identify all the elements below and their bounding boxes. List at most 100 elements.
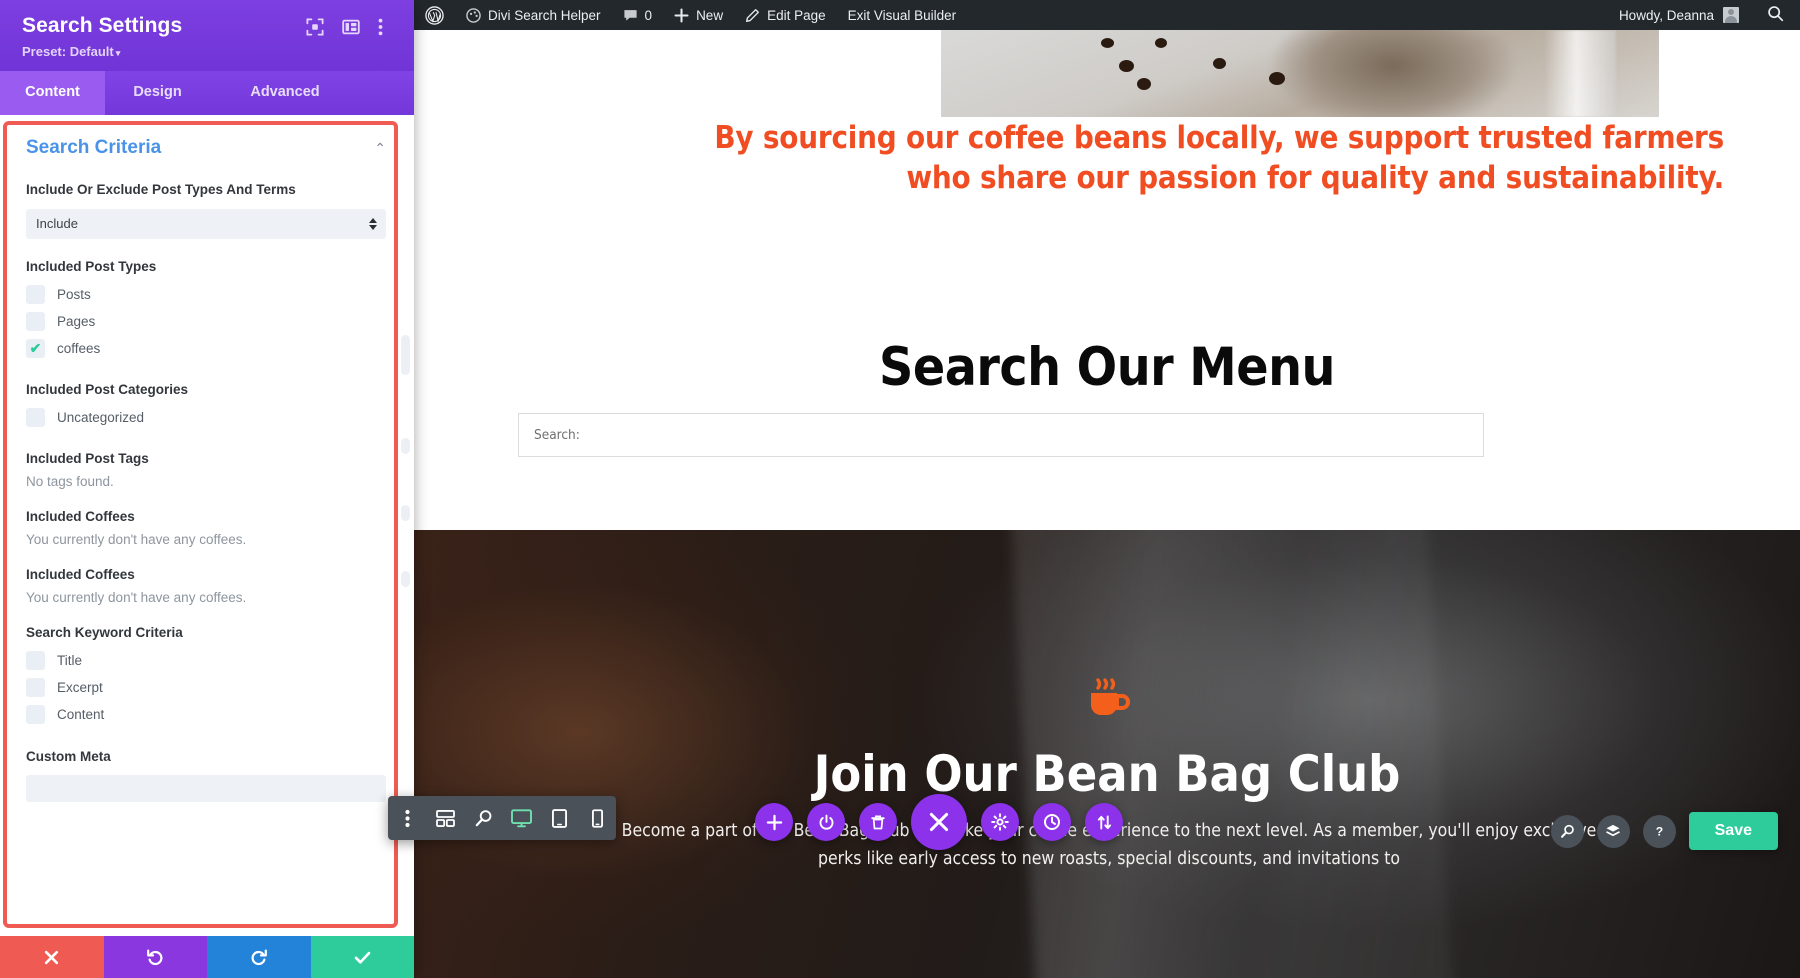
avatar bbox=[1723, 7, 1739, 23]
responsive-button[interactable] bbox=[1085, 803, 1123, 841]
search-input[interactable]: Search: bbox=[518, 413, 1484, 457]
tab-design[interactable]: Design bbox=[105, 71, 210, 115]
add-module-button[interactable] bbox=[755, 803, 793, 841]
screen: By sourcing our coffee beans locally, we… bbox=[0, 0, 1800, 978]
checkbox-pages[interactable]: Pages bbox=[26, 308, 386, 335]
include-exclude-value: Include bbox=[36, 216, 78, 232]
checkbox-label: Pages bbox=[57, 313, 96, 329]
coffee-bean bbox=[1213, 58, 1226, 69]
checkbox-content[interactable]: Content bbox=[26, 701, 386, 728]
checkbox-box bbox=[26, 284, 45, 304]
panel-layout-icon[interactable] bbox=[342, 18, 360, 36]
search-criteria-section-header[interactable]: Search Criteria ⌃ bbox=[26, 137, 386, 159]
checkbox-posts[interactable]: Posts bbox=[26, 281, 386, 308]
comment-bubble-icon bbox=[623, 8, 638, 23]
hero-coffee-image bbox=[941, 30, 1659, 117]
included-coffees-group-2: Included Coffees You currently don't hav… bbox=[26, 567, 386, 605]
site-name-label: Divi Search Helper bbox=[488, 7, 601, 23]
menu-heading: Search Our Menu bbox=[879, 337, 1336, 398]
tab-advanced[interactable]: Advanced bbox=[210, 71, 360, 115]
checkbox-excerpt[interactable]: Excerpt bbox=[26, 674, 386, 701]
search-icon[interactable] bbox=[1751, 5, 1800, 25]
coffee-bean bbox=[1119, 60, 1134, 72]
undo-button[interactable] bbox=[103, 936, 207, 978]
included-post-types-label: Included Post Types bbox=[26, 258, 157, 274]
howdy-label: Howdy, Deanna bbox=[1618, 7, 1714, 23]
more-options-icon[interactable] bbox=[388, 796, 426, 840]
help-button[interactable]: ? bbox=[1642, 814, 1676, 848]
scroll-thumb[interactable] bbox=[401, 505, 410, 521]
zoom-button[interactable] bbox=[1550, 814, 1584, 848]
coffee-bean bbox=[1101, 38, 1114, 48]
scroll-thumb[interactable] bbox=[401, 335, 410, 375]
checkbox-label: Content bbox=[57, 706, 105, 722]
panel-tabs: Content Design Advanced bbox=[0, 71, 414, 115]
bean-bag-club-section: Join Our Bean Bag Club Become a part of … bbox=[414, 530, 1800, 978]
desktop-view-icon[interactable] bbox=[502, 796, 540, 840]
checkbox-box bbox=[26, 311, 45, 331]
divi-right-toolbar: ? Save bbox=[1550, 812, 1778, 850]
checkbox-uncategorized[interactable]: Uncategorized bbox=[26, 404, 386, 431]
settings-scroll-area[interactable]: Search Criteria ⌃ Include Or Exclude Pos… bbox=[0, 115, 414, 936]
coffee-bean bbox=[1137, 78, 1151, 90]
save-page-button[interactable]: Save bbox=[1688, 812, 1778, 850]
comments-link[interactable]: 0 bbox=[612, 0, 664, 30]
hero-glass-shape bbox=[1544, 30, 1616, 117]
exit-visual-builder-link[interactable]: Exit Visual Builder bbox=[837, 0, 968, 30]
tab-content[interactable]: Content bbox=[0, 71, 105, 115]
checkbox-title[interactable]: Title bbox=[26, 647, 386, 674]
search-placeholder: Search: bbox=[534, 427, 580, 443]
focus-icon[interactable] bbox=[306, 18, 324, 36]
checkbox-box: ✔ bbox=[26, 338, 45, 358]
close-menu-button[interactable] bbox=[911, 794, 967, 850]
new-content-menu[interactable]: New bbox=[663, 0, 734, 30]
check-icon: ✔ bbox=[29, 340, 42, 357]
custom-meta-label: Custom Meta bbox=[26, 748, 111, 764]
zoom-out-view-icon[interactable] bbox=[464, 796, 502, 840]
checkbox-box bbox=[26, 650, 45, 670]
included-coffees-group-1: Included Coffees You currently don't hav… bbox=[26, 509, 386, 547]
wireframe-view-icon[interactable] bbox=[426, 796, 464, 840]
chevron-down-icon: ▾ bbox=[115, 48, 121, 58]
coffees-empty-note-2: You currently don't have any coffees. bbox=[26, 589, 247, 605]
scroll-thumb[interactable] bbox=[401, 571, 410, 587]
redo-button[interactable] bbox=[207, 936, 311, 978]
delete-button[interactable] bbox=[859, 803, 897, 841]
preset-selector[interactable]: Preset: Default ▾ bbox=[22, 44, 396, 59]
coffee-cup-icon bbox=[414, 675, 1800, 728]
chevron-up-icon: ⌃ bbox=[374, 139, 386, 156]
module-settings-panel: Search Settings Preset: Default ▾ Conten… bbox=[0, 0, 414, 978]
site-name-menu[interactable]: Divi Search Helper bbox=[455, 0, 612, 30]
edit-page-link[interactable]: Edit Page bbox=[734, 0, 837, 30]
panel-header-actions bbox=[306, 14, 396, 36]
panel-footer bbox=[0, 936, 414, 978]
account-menu[interactable]: Howdy, Deanna bbox=[1619, 7, 1751, 23]
panel-body: Search Criteria ⌃ Include Or Exclude Pos… bbox=[0, 115, 414, 936]
save-button[interactable] bbox=[310, 936, 414, 978]
comments-count: 0 bbox=[644, 7, 653, 23]
custom-meta-field: Custom Meta bbox=[26, 748, 386, 803]
plus-icon bbox=[674, 7, 689, 23]
scroll-thumb[interactable] bbox=[401, 438, 410, 454]
panel-header: Search Settings Preset: Default ▾ bbox=[0, 0, 414, 71]
wordpress-logo-icon[interactable] bbox=[414, 0, 455, 30]
custom-meta-input[interactable] bbox=[26, 775, 386, 803]
toggle-builder-button[interactable] bbox=[807, 803, 845, 841]
edit-page-label: Edit Page bbox=[767, 7, 826, 23]
post-tags-empty-note: No tags found. bbox=[26, 473, 114, 489]
include-exclude-label: Include Or Exclude Post Types And Terms bbox=[26, 182, 296, 197]
checkbox-coffees[interactable]: ✔ coffees bbox=[26, 335, 386, 362]
select-spinner-icon bbox=[369, 217, 377, 230]
discard-button[interactable] bbox=[0, 936, 104, 978]
checkbox-box bbox=[26, 704, 45, 724]
settings-button[interactable] bbox=[981, 803, 1019, 841]
include-exclude-select[interactable]: Include bbox=[26, 208, 386, 239]
more-vertical-icon[interactable] bbox=[378, 18, 396, 36]
tablet-view-icon[interactable] bbox=[540, 796, 578, 840]
phone-view-icon[interactable] bbox=[578, 796, 616, 840]
preset-label: Preset: Default bbox=[22, 44, 114, 59]
checkbox-box bbox=[26, 677, 45, 697]
layers-button[interactable] bbox=[1596, 814, 1630, 848]
history-button[interactable] bbox=[1033, 803, 1071, 841]
wp-admin-bar: Divi Search Helper 0 New Edit Page Exit … bbox=[414, 0, 1800, 30]
